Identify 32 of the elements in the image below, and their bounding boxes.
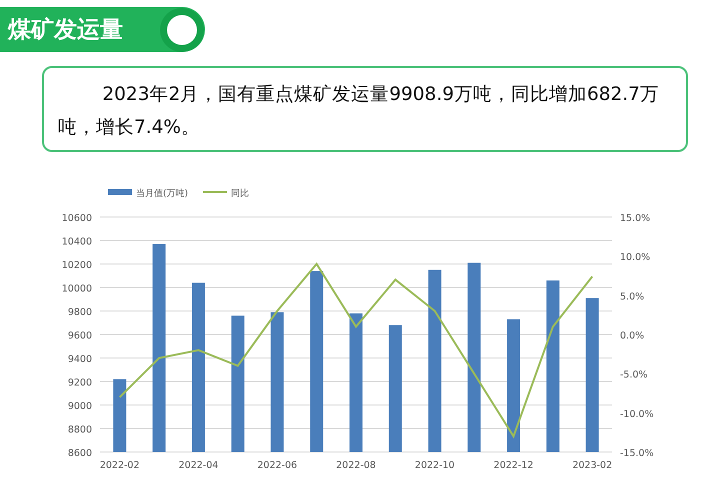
axis-label: 2022-02 [100, 460, 140, 471]
axis-label: 10200 [62, 260, 92, 271]
axis-label: -5.0% [620, 370, 648, 381]
section-title: 煤矿发运量 [8, 16, 123, 45]
axis-label: 10000 [62, 284, 92, 294]
circle-icon [160, 8, 204, 52]
summary-text: 2023年2月，国有重点煤矿发运量9908.9万吨，同比增加682.7万吨，增长7.4%。 [58, 83, 660, 140]
legend-line [203, 191, 227, 193]
axis-label: 9000 [68, 401, 92, 412]
axis-label: 15.0% [620, 213, 650, 224]
axis-label: 10400 [62, 236, 92, 248]
axis-label: 9200 [68, 378, 92, 388]
axis-label: 2022-12 [494, 460, 534, 471]
axis-label: 2022-06 [257, 460, 298, 471]
axis-label: 2022-08 [336, 460, 376, 471]
axis-label: 2022-10 [414, 460, 455, 471]
legend-swatch [108, 189, 132, 195]
axis-label: 0.0% [620, 330, 644, 342]
axis-label: 9800 [68, 307, 92, 318]
legend-label: 当月值(万吨) [136, 189, 188, 199]
axis-label: 9600 [68, 330, 92, 342]
axis-label: 2022-04 [178, 460, 218, 471]
axis-label: 5.0% [620, 291, 644, 302]
axis-label: 2023-02 [572, 460, 612, 471]
axis-label: 8800 [68, 424, 92, 436]
axis-label: 10.0% [620, 252, 650, 264]
axis-label: 9400 [68, 354, 92, 365]
legend-label: 同比 [231, 189, 249, 199]
axis-label: 10600 [62, 213, 92, 224]
axis-label: -15.0% [620, 448, 654, 459]
axis-label: -10.0% [620, 408, 654, 420]
axis-label: 8600 [68, 448, 92, 459]
